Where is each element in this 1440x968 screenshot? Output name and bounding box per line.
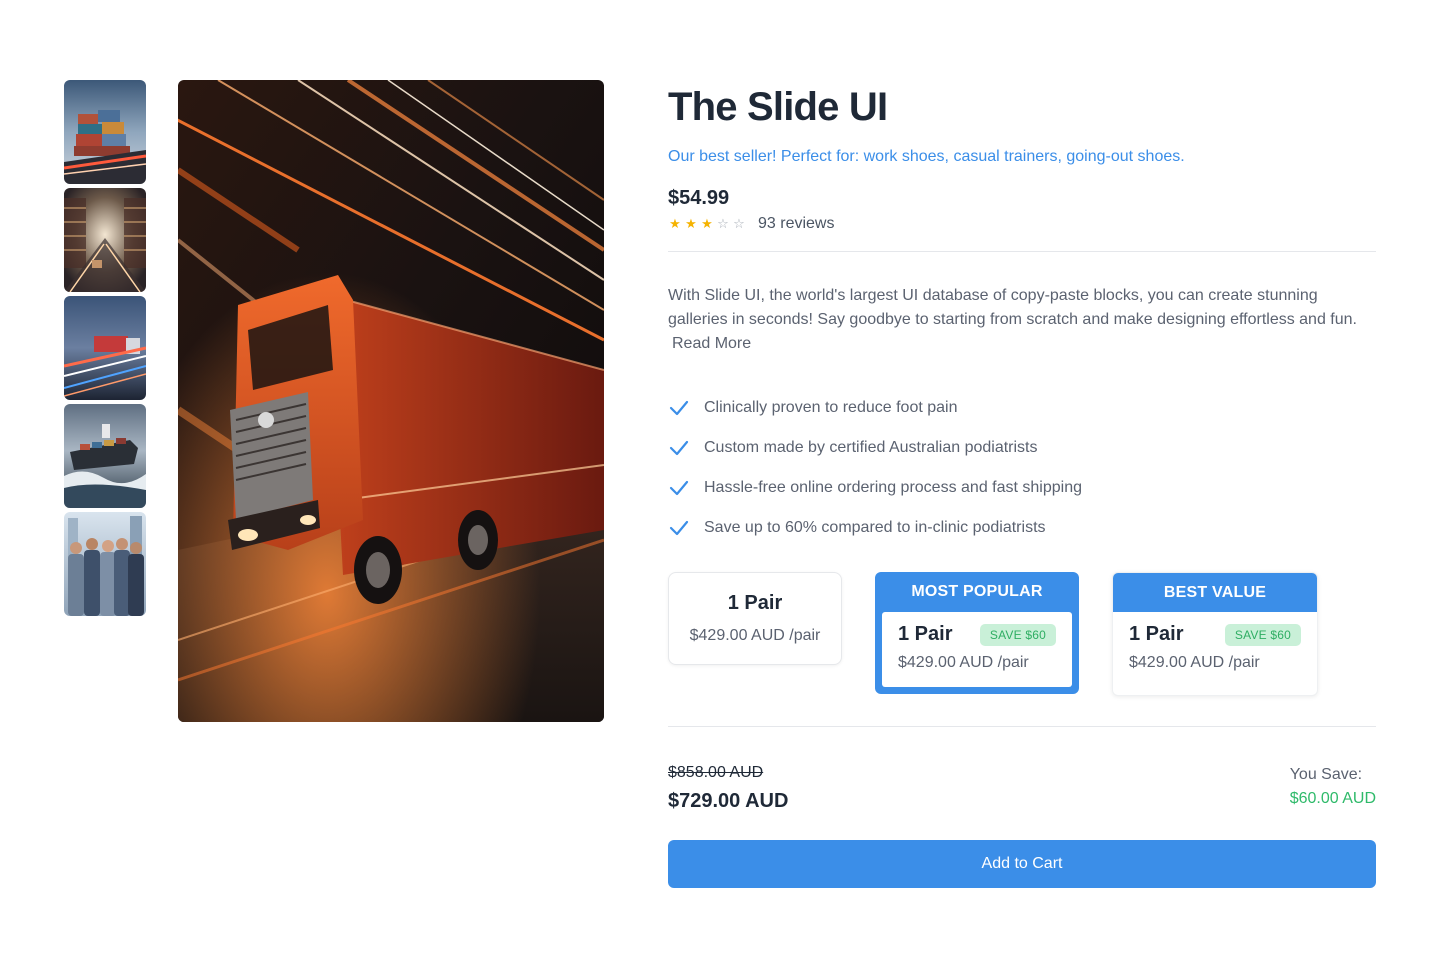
feature-item: Clinically proven to reduce foot pain — [668, 388, 1376, 428]
divider — [668, 726, 1376, 727]
star-empty-icon: ☆ — [733, 216, 745, 231]
star-filled-icon: ★ — [669, 216, 681, 231]
thumbnail-team[interactable] — [64, 512, 146, 616]
bundle-options: 1 Pair $429.00 AUD /pair MOST POPULAR 1 … — [668, 572, 1376, 702]
check-icon — [669, 477, 691, 499]
check-icon — [669, 397, 691, 419]
feature-text: Hassle-free online ordering process and … — [704, 479, 1082, 496]
star-filled-icon: ★ — [701, 216, 713, 231]
feature-item: Custom made by certified Australian podi… — [668, 428, 1376, 468]
option-quantity: 1 Pair — [1129, 623, 1184, 645]
option-price: $429.00 AUD /pair — [689, 627, 821, 644]
feature-text: Custom made by certified Australian podi… — [704, 439, 1038, 456]
product-description: With Slide UI, the world's largest UI da… — [668, 284, 1376, 356]
product-price: $54.99 — [668, 187, 730, 209]
star-empty-icon: ☆ — [717, 216, 729, 231]
star-filled-icon: ★ — [685, 216, 697, 231]
thumbnail-warehouse[interactable] — [64, 188, 146, 292]
option-price: $429.00 AUD /pair — [1129, 654, 1260, 671]
product-details: The Slide UI Our best seller! Perfect fo… — [668, 80, 1376, 843]
savings: You Save: $60.00 AUD — [1290, 765, 1376, 809]
check-icon — [669, 517, 691, 539]
savings-label: You Save: — [1289, 766, 1363, 783]
read-more-link[interactable]: Read More — [672, 335, 751, 352]
thumbnail-shipping-containers[interactable] — [64, 80, 146, 184]
option-row: 1 Pair SAVE $60 — [898, 612, 1056, 646]
product-title: The Slide UI — [668, 85, 888, 129]
option-row: 1 Pair SAVE $60 — [1129, 612, 1301, 646]
rating: ★ ★ ★ ☆ ☆ 93 reviews — [668, 214, 1376, 234]
feature-item: Hassle-free online ordering process and … — [668, 468, 1376, 508]
option-header: MOST POPULAR — [911, 583, 1043, 600]
star-rating: ★ ★ ★ ☆ ☆ — [668, 217, 746, 231]
add-to-cart-button[interactable]: Add to Cart — [668, 840, 1376, 888]
option-card-best-value[interactable]: BEST VALUE 1 Pair SAVE $60 $429.00 AUD /… — [1112, 572, 1318, 696]
check-icon — [669, 437, 691, 459]
feature-list: Clinically proven to reduce foot pain Cu… — [668, 388, 1376, 548]
thumbnail-cargo-ship[interactable] — [64, 404, 146, 508]
save-badge: SAVE $60 — [979, 623, 1056, 646]
option-body: 1 Pair SAVE $60 $429.00 AUD /pair — [1113, 612, 1317, 687]
thumbnail-trucks-night[interactable] — [64, 296, 146, 400]
savings-amount: $60.00 AUD — [1289, 790, 1376, 807]
save-badge: SAVE $60 — [1224, 623, 1301, 646]
product-tagline: Our best seller! Perfect for: work shoes… — [668, 148, 1185, 165]
thumbnail-list — [64, 80, 146, 620]
feature-item: Save up to 60% compared to in-clinic pod… — [668, 508, 1376, 548]
option-quantity: 1 Pair — [898, 623, 953, 645]
description-text: With Slide UI, the world's largest UI da… — [668, 287, 1357, 328]
main-product-image — [178, 80, 604, 722]
option-body: 1 Pair SAVE $60 $429.00 AUD /pair — [882, 612, 1072, 687]
option-price: $429.00 AUD /pair — [898, 654, 1029, 671]
option-card-most-popular[interactable]: MOST POPULAR 1 Pair SAVE $60 $429.00 AUD… — [875, 572, 1079, 694]
option-header: BEST VALUE — [1113, 573, 1317, 612]
option-quantity: 1 Pair — [727, 592, 783, 614]
divider — [668, 251, 1376, 252]
feature-text: Clinically proven to reduce foot pain — [704, 399, 958, 416]
final-price: $729.00 AUD — [668, 790, 789, 812]
option-card-1[interactable]: 1 Pair $429.00 AUD /pair — [668, 572, 842, 665]
feature-text: Save up to 60% compared to in-clinic pod… — [704, 519, 1046, 536]
original-price: $858.00 AUD — [668, 764, 764, 781]
totals: $858.00 AUD $729.00 AUD You Save: $60.00… — [668, 763, 1376, 843]
review-count[interactable]: 93 reviews — [758, 215, 834, 233]
